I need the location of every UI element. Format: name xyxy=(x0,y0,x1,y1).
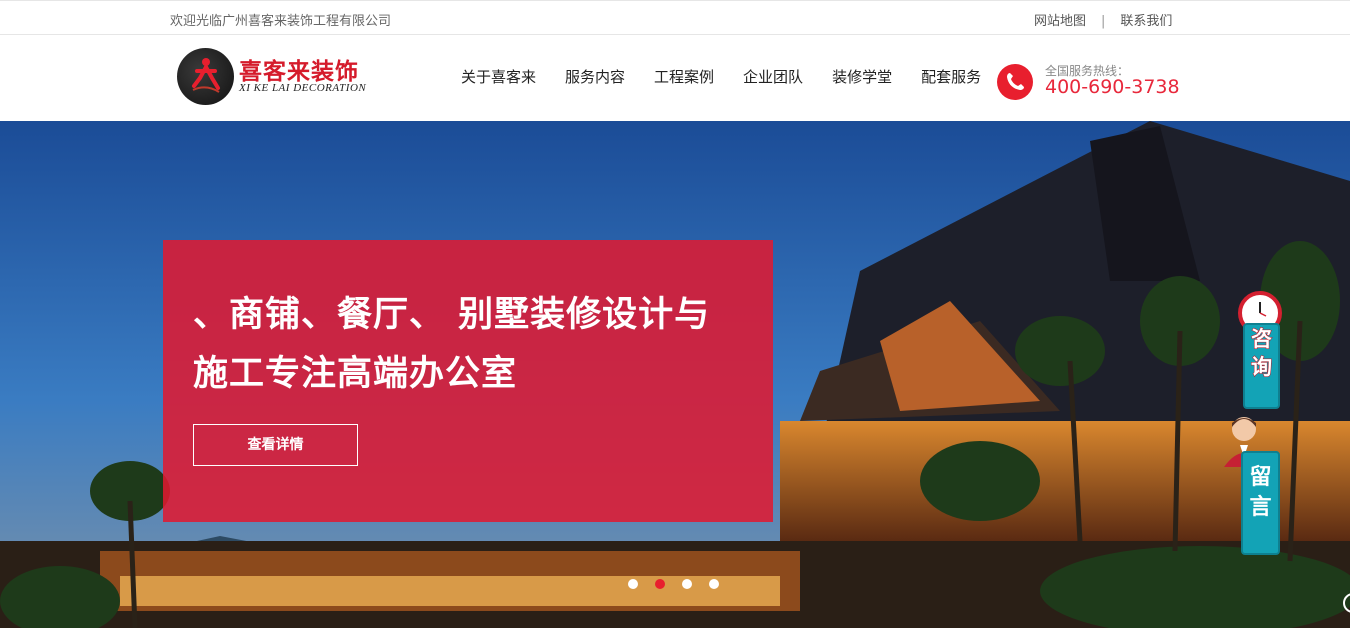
site-header: 喜客来装饰 XI KE LAI DECORATION 关于喜客来 服务内容 工程… xyxy=(0,35,1350,121)
message-label: 留 言 xyxy=(1241,451,1280,555)
message-float[interactable]: 留 言 xyxy=(1220,411,1285,556)
slider-dot[interactable] xyxy=(709,579,719,589)
hero-banner: 、商铺、餐厅、 别墅装修设计与 施工专注高端办公室 查看详情 咨 询 留 言 xyxy=(0,121,1350,628)
phone-icon xyxy=(997,64,1033,100)
nav-item-about[interactable]: 关于喜客来 xyxy=(461,66,536,87)
consult-label: 咨 询 xyxy=(1243,323,1280,409)
promo-box: 、商铺、餐厅、 别墅装修设计与 施工专注高端办公室 查看详情 xyxy=(163,240,773,522)
consult-char-1: 咨 xyxy=(1251,327,1273,352)
logo-emblem-icon xyxy=(177,48,234,105)
logo-name-en: XI KE LAI DECORATION xyxy=(239,82,367,94)
separator: | xyxy=(1101,14,1106,29)
consult-float[interactable]: 咨 询 xyxy=(1236,271,1286,411)
message-char-1: 留 xyxy=(1249,465,1272,490)
promo-headline-2: 施工专注高端办公室 xyxy=(193,354,518,394)
nav-item-academy[interactable]: 装修学堂 xyxy=(832,66,892,87)
contact-link[interactable]: 联系我们 xyxy=(1120,14,1172,29)
view-details-button[interactable]: 查看详情 xyxy=(193,424,358,466)
nav-item-cases[interactable]: 工程案例 xyxy=(654,66,714,87)
main-nav: 关于喜客来 服务内容 工程案例 企业团队 装修学堂 配套服务 xyxy=(461,66,1010,87)
logo-name-cn: 喜客来装饰 xyxy=(239,58,359,85)
sitemap-link[interactable]: 网站地图 xyxy=(1034,14,1086,29)
slider-dot-active[interactable] xyxy=(655,579,665,589)
top-bar: 欢迎光临广州喜客来装饰工程有限公司 网站地图 | 联系我们 xyxy=(0,0,1350,35)
slider-dots xyxy=(628,579,736,589)
slider-dot[interactable] xyxy=(682,579,692,589)
consult-char-2: 询 xyxy=(1251,355,1273,380)
nav-item-team[interactable]: 企业团队 xyxy=(743,66,803,87)
hotline-number: 400-690-3738 xyxy=(1045,76,1180,98)
nav-item-support[interactable]: 配套服务 xyxy=(921,66,981,87)
running-figure-icon xyxy=(192,58,220,93)
slider-dot[interactable] xyxy=(628,579,638,589)
promo-headline-1: 、商铺、餐厅、 别墅装修设计与 xyxy=(193,295,711,335)
top-links: 网站地图 | 联系我们 xyxy=(1034,10,1172,29)
message-char-2: 言 xyxy=(1249,495,1272,520)
nav-item-services[interactable]: 服务内容 xyxy=(565,66,625,87)
logo[interactable]: 喜客来装饰 XI KE LAI DECORATION xyxy=(177,48,367,106)
welcome-text: 欢迎光临广州喜客来装饰工程有限公司 xyxy=(170,14,392,29)
